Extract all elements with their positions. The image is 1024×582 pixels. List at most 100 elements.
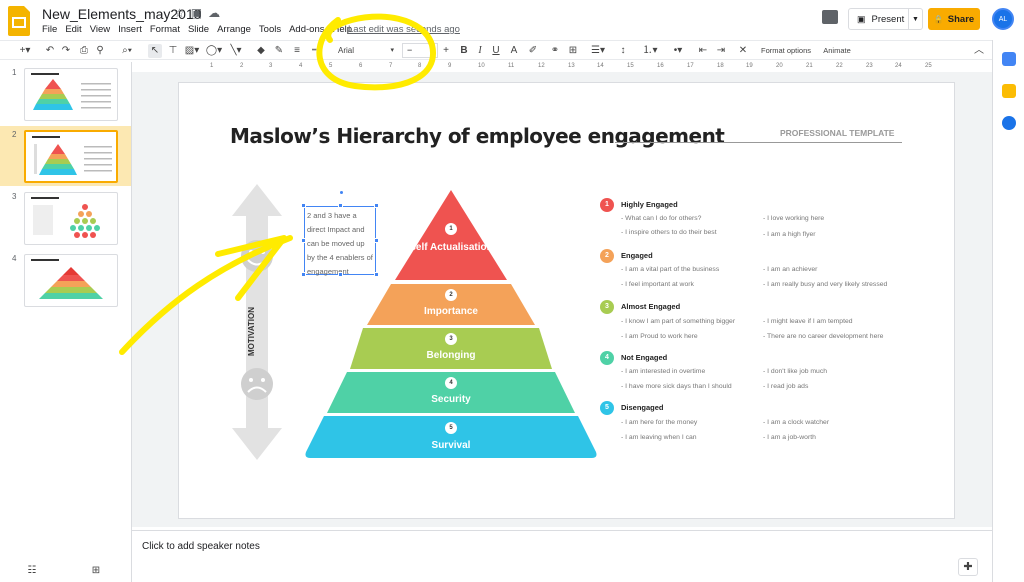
menu-file[interactable]: File <box>42 24 57 35</box>
engagement-level[interactable]: 4 Not Engaged - I am interested in overt… <box>600 351 900 401</box>
share-button[interactable]: 🔒 Share <box>928 8 980 30</box>
level-item: - I am a job-worth <box>763 434 816 441</box>
tier-label: Belonging <box>426 350 476 361</box>
menu-edit[interactable]: Edit <box>65 24 81 35</box>
lock-icon: 🔒 <box>933 14 944 24</box>
increase-indent-icon[interactable]: ⇥ <box>714 44 728 58</box>
slide-thumbnail[interactable]: 4 <box>0 250 131 310</box>
slide-title[interactable]: Maslow’s Hierarchy of employee engagemen… <box>230 124 725 148</box>
menu-format[interactable]: Format <box>150 24 180 35</box>
tier-label: Importance <box>424 306 478 317</box>
ruler-tick-label: 20 <box>776 63 783 69</box>
border-weight-icon[interactable]: ≡ <box>290 44 304 58</box>
filmstrip-view-icon[interactable]: ☷ <box>26 564 38 578</box>
font-size-plus-button[interactable]: + <box>440 44 452 58</box>
image-icon[interactable]: ▨▾ <box>182 44 202 58</box>
cloud-saved-icon: ☁ <box>208 6 221 20</box>
ruler-tick-label: 25 <box>925 63 932 69</box>
bulleted-list-icon[interactable]: •▾ <box>668 44 688 58</box>
align-icon[interactable]: ☰▾ <box>588 44 608 58</box>
slide-thumbnail[interactable]: 3 <box>0 188 131 248</box>
font-family-select[interactable]: Arial <box>338 44 394 58</box>
level-item: - I am really busy and very likely stres… <box>763 281 888 288</box>
decrease-indent-icon[interactable]: ⇤ <box>696 44 710 58</box>
paint-format-icon[interactable]: ⚲ <box>94 44 106 58</box>
present-button[interactable]: ▣ Present ▼ <box>848 8 923 30</box>
grid-view-icon[interactable]: ⊞ <box>90 564 102 578</box>
speaker-notes-placeholder[interactable]: Click to add speaker notes <box>142 541 260 552</box>
template-tag[interactable]: PROFESSIONAL TEMPLATE <box>780 128 894 138</box>
level-item: - I am a high flyer <box>763 231 816 238</box>
ruler-tick-label: 23 <box>866 63 873 69</box>
engagement-level[interactable]: 5 Disengaged - I am here for the money -… <box>600 401 900 451</box>
last-edit-link[interactable]: Last edit was seconds ago <box>348 24 460 35</box>
font-size-minus-button[interactable]: − <box>402 43 438 58</box>
level-item: - I know I am part of something bigger <box>621 318 736 325</box>
text-color-icon[interactable]: A <box>508 44 520 58</box>
menu-slide[interactable]: Slide <box>188 24 209 35</box>
level-title: Not Engaged <box>621 353 668 362</box>
tier-number: 5 <box>445 422 457 434</box>
star-icon[interactable]: ☆ <box>174 6 185 20</box>
ruler-tick-label: 24 <box>895 63 902 69</box>
link-icon[interactable]: ⚭ <box>548 44 562 58</box>
level-number: 5 <box>600 401 614 415</box>
slide-thumbnail-active[interactable]: 2 <box>0 126 131 186</box>
border-color-icon[interactable]: ✎ <box>272 44 286 58</box>
border-dash-icon[interactable]: ┅ <box>308 44 322 58</box>
animate-button[interactable]: Animate <box>820 44 854 58</box>
ruler-tick-label: 14 <box>597 63 604 69</box>
menu-arrange[interactable]: Arrange <box>217 24 251 35</box>
print-icon[interactable]: ⎙ <box>78 44 90 58</box>
tasks-icon[interactable] <box>1002 116 1016 130</box>
numbered-list-icon[interactable]: ⒈▾ <box>640 44 660 58</box>
line-spacing-icon[interactable]: ↕ <box>616 44 630 58</box>
engagement-level[interactable]: 1 Highly Engaged - What can I do for oth… <box>600 198 900 248</box>
zoom-icon[interactable]: ⌕▾ <box>116 44 138 58</box>
level-title: Highly Engaged <box>621 200 678 209</box>
bold-icon[interactable]: B <box>458 44 470 58</box>
engagement-level[interactable]: 3 Almost Engaged - I know I am part of s… <box>600 300 900 350</box>
motivation-label[interactable]: MOTIVATION <box>247 286 261 356</box>
speaker-notes-panel[interactable] <box>132 530 992 582</box>
horizontal-ruler[interactable]: 1 2 3 4 5 6 7 8 9 10 11 12 13 14 15 16 17 18 19 20 21 22 23 24 2… <box>180 62 955 72</box>
underline-icon[interactable]: U <box>490 44 502 58</box>
select-icon[interactable]: ↖ <box>148 44 162 58</box>
italic-icon[interactable]: I <box>474 44 486 58</box>
move-folder-icon[interactable]: ▣ <box>191 6 202 20</box>
level-item: - I inspire others to do their best <box>621 229 717 236</box>
menu-addons[interactable]: Add-ons <box>289 24 324 35</box>
keep-icon[interactable] <box>1002 84 1016 98</box>
menu-insert[interactable]: Insert <box>118 24 142 35</box>
engagement-level[interactable]: 2 Engaged - I am a vital part of the bus… <box>600 249 900 299</box>
undo-icon[interactable]: ↶ <box>44 44 56 58</box>
chevron-down-icon[interactable]: ▼ <box>908 9 922 29</box>
new-slide-icon[interactable]: +▾ <box>14 44 36 58</box>
highlight-icon[interactable]: ✐ <box>526 44 540 58</box>
redo-icon[interactable]: ↷ <box>60 44 72 58</box>
level-item: - What can I do for others? <box>621 215 702 222</box>
ruler-tick-label: 7 <box>389 63 393 69</box>
comment-icon[interactable]: ⊞ <box>566 44 580 58</box>
slide-thumbnail[interactable]: 1 <box>0 64 131 124</box>
calendar-icon[interactable] <box>1002 52 1016 66</box>
level-item: - I feel important at work <box>621 281 694 288</box>
menu-view[interactable]: View <box>90 24 110 35</box>
slides-logo-icon[interactable] <box>8 6 32 36</box>
textbox-icon[interactable]: ⊤ <box>166 44 180 58</box>
shape-icon[interactable]: ◯▾ <box>204 44 224 58</box>
ruler-tick-label: 16 <box>657 63 664 69</box>
level-title: Almost Engaged <box>621 302 681 311</box>
menu-tools[interactable]: Tools <box>259 24 281 35</box>
tier-number: 1 <box>445 223 457 235</box>
comment-history-icon[interactable] <box>822 10 838 24</box>
fill-color-icon[interactable]: ◆ <box>254 44 268 58</box>
chevron-up-icon[interactable]: ︿ <box>972 44 986 58</box>
pyramid-tier[interactable] <box>395 190 507 280</box>
explore-icon[interactable]: ✚ <box>958 558 978 576</box>
avatar[interactable]: AL <box>992 8 1014 30</box>
format-options-button[interactable]: Format options <box>758 44 814 58</box>
line-icon[interactable]: ╲▾ <box>226 44 246 58</box>
clear-formatting-icon[interactable]: ✕ <box>736 44 750 58</box>
level-item: - I am leaving when I can <box>621 434 697 441</box>
